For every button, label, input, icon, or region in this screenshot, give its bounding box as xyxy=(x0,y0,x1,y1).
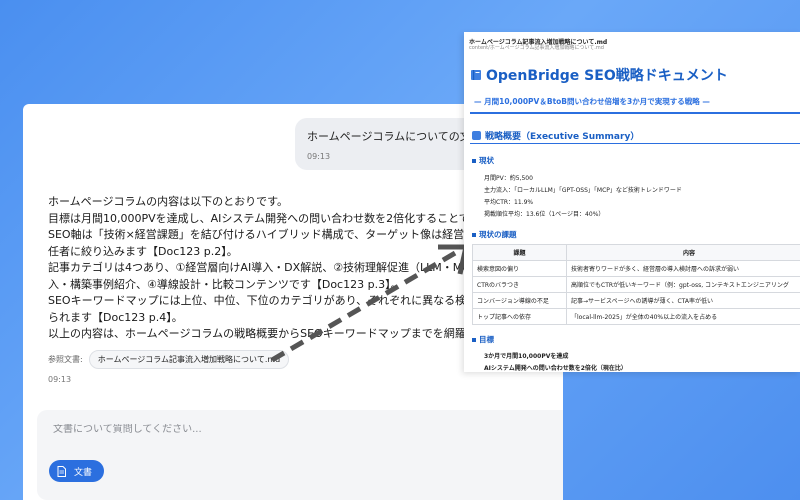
document-subtitle: — 月間10,000PV＆BtoB問い合わせ倍増を3か月で実現する戦略 — xyxy=(474,97,710,106)
heading-text: 現状の課題 xyxy=(479,230,517,239)
table-row: CTRのバラつき 高順位でもCTRが低いキーワード（例：gpt-oss, コンテ… xyxy=(472,276,800,293)
table-header: 内容 xyxy=(566,244,800,261)
heading-issues: 現状の課題 xyxy=(472,229,517,240)
table-cell: トップ記事への依存 xyxy=(472,308,567,325)
heading-text: 目標 xyxy=(479,335,494,344)
table-cell: 記事→サービスページへの誘導が薄く、CTA率が低い xyxy=(566,292,800,309)
goal-item: 3か月で月間10,000PVを達成 xyxy=(484,353,569,360)
table-row: トップ記事への依存 「local-llm-2025」が全体の40%以上の流入を占… xyxy=(472,308,800,325)
bullet-square-icon xyxy=(472,337,476,342)
table-row: コンバージョン導線の不足 記事→サービスページへの誘導が薄く、CTA率が低い xyxy=(472,292,800,309)
table-cell: CTRのバラつき xyxy=(472,276,567,293)
question-input[interactable] xyxy=(53,424,533,435)
issues-table: 課題 内容 検索意図の偏り 技術者寄りワードが多く、経営層の導入検討層への訴求が… xyxy=(472,244,800,325)
current-item: 主力流入：「ローカルLLM」「GPT-OSS」「MCP」など技術トレンドワード xyxy=(484,187,682,194)
table-row: 検索意図の偏り 技術者寄りワードが多く、経営層の導入検討層への訴求が弱い xyxy=(472,260,800,277)
divider xyxy=(470,112,800,114)
table-cell: 高順位でもCTRが低いキーワード（例：gpt-oss, コンテキストエンジニアリ… xyxy=(566,276,800,293)
bullet-square-icon xyxy=(472,232,476,237)
divider xyxy=(470,143,800,144)
table-header: 課題 xyxy=(472,244,567,261)
document-button[interactable]: 文書 xyxy=(49,460,105,482)
reference-label: 参照文書: xyxy=(48,355,83,364)
document-icon xyxy=(57,465,66,477)
reference-doc-chip[interactable]: ホームページコラム記事流入増加戦略について.md xyxy=(88,350,290,369)
current-item: 平均CTR：11.9% xyxy=(484,199,534,206)
table-cell: 「local-llm-2025」が全体の40%以上の流入を占める xyxy=(566,308,800,325)
document-preview: ホームページコラム記事流入増加戦略について.md content/ホームページコ… xyxy=(464,32,800,372)
bullet-square-icon xyxy=(472,158,476,163)
table-cell: 検索意図の偏り xyxy=(472,260,567,277)
table-cell: コンバージョン導線の不足 xyxy=(472,292,567,309)
heading-goal: 目標 xyxy=(472,334,494,345)
goal-item: AIシステム開発への問い合わせ数を2倍化（現在比） xyxy=(484,365,627,372)
message-composer: 文書 xyxy=(37,410,563,500)
document-title-text: OpenBridge SEO戦略ドキュメント xyxy=(486,68,728,84)
heading-current: 現状 xyxy=(472,155,494,166)
book-icon xyxy=(470,69,482,81)
heading-text: 現状 xyxy=(479,156,494,165)
document-path: content/ホームページコラム記事流入増加戦略について.md xyxy=(469,45,604,51)
table-cell: 技術者寄りワードが多く、経営層の導入検討層への訴求が弱い xyxy=(566,260,800,277)
answer-time: 09:13 xyxy=(48,375,72,384)
current-item: 月間PV：約5,500 xyxy=(484,175,533,182)
section-title: 戦略概要（Executive Summary） xyxy=(485,132,640,142)
document-button-label: 文書 xyxy=(74,467,93,478)
section-executive-summary: 戦略概要（Executive Summary） xyxy=(472,129,639,142)
section-icon xyxy=(472,131,481,140)
current-item: 掲載順位平均：13.6位（1ページ目：40%） xyxy=(484,211,605,218)
reference-row: 参照文書: ホームページコラム記事流入増加戦略について.md xyxy=(48,350,290,369)
document-title: OpenBridge SEO戦略ドキュメント xyxy=(470,65,728,85)
